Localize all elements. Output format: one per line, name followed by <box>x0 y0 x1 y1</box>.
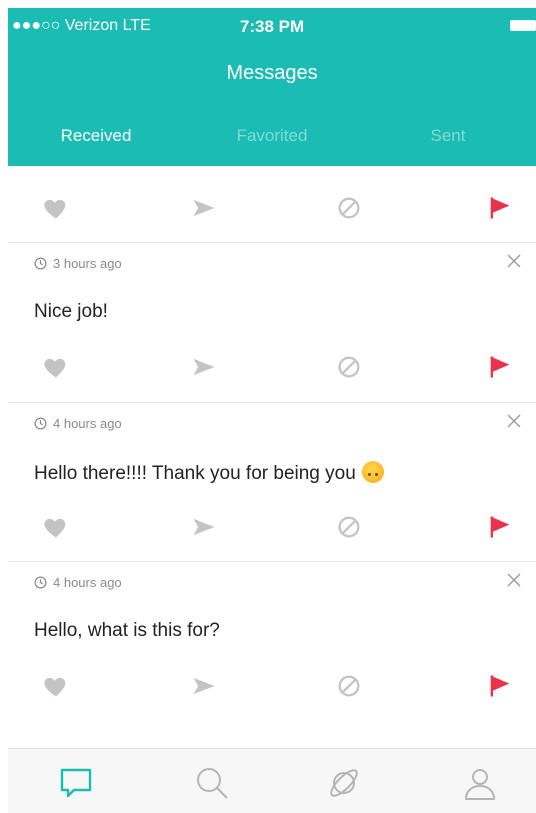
action-row <box>8 507 536 547</box>
block-icon[interactable] <box>335 194 365 224</box>
heart-icon[interactable] <box>42 672 72 702</box>
flag-icon[interactable] <box>486 194 516 224</box>
timestamp: 3 hours ago <box>34 256 122 271</box>
clock-icon <box>34 257 47 270</box>
message-text-row: Hello there!!!! Thank you for being you <box>34 461 384 485</box>
clock-icon <box>34 417 47 430</box>
block-icon[interactable] <box>335 672 365 702</box>
page-title: Messages <box>226 62 318 84</box>
bottom-tab-bar <box>8 748 536 813</box>
timestamp-text: 3 hours ago <box>53 256 122 271</box>
app-frame: ●●●○○ Verizon LTE 7:38 PM Messages Recei… <box>8 8 536 813</box>
messages-icon[interactable] <box>56 763 96 803</box>
block-icon[interactable] <box>335 513 365 543</box>
close-icon[interactable] <box>504 570 524 590</box>
timestamp: 4 hours ago <box>34 575 122 590</box>
timestamp-text: 4 hours ago <box>53 575 122 590</box>
flag-icon[interactable] <box>486 672 516 702</box>
send-icon[interactable] <box>190 513 220 543</box>
header: ●●●○○ Verizon LTE 7:38 PM Messages Recei… <box>8 8 536 166</box>
message-text: Hello there!!!! Thank you for being you <box>34 463 356 484</box>
send-icon[interactable] <box>190 194 220 224</box>
close-icon[interactable] <box>504 251 524 271</box>
search-icon[interactable] <box>192 763 232 803</box>
heart-icon[interactable] <box>42 513 72 543</box>
tab-favorited[interactable]: Favorited <box>184 126 360 146</box>
message-card: 3 hours ago Nice job! <box>8 243 536 403</box>
action-row <box>8 188 536 228</box>
message-text: Hello, what is this for? <box>34 620 220 641</box>
message-text: Nice job! <box>34 301 108 322</box>
timestamp: 4 hours ago <box>34 416 122 431</box>
explore-icon[interactable] <box>324 763 364 803</box>
timestamp-text: 4 hours ago <box>53 416 122 431</box>
heart-icon[interactable] <box>42 353 72 383</box>
clock-time: 7:38 PM <box>239 17 305 36</box>
battery-icon <box>510 20 536 31</box>
send-icon[interactable] <box>190 672 220 702</box>
action-row <box>8 347 536 387</box>
flag-icon[interactable] <box>486 513 516 543</box>
tab-bar-top: Received Favorited Sent <box>8 114 536 158</box>
status-bar: ●●●○○ Verizon LTE 7:38 PM <box>8 8 536 46</box>
upside-down-face-emoji-icon <box>361 461 384 483</box>
tab-received[interactable]: Received <box>8 126 184 146</box>
heart-icon[interactable] <box>42 194 72 224</box>
flag-icon[interactable] <box>486 353 516 383</box>
tab-sent[interactable]: Sent <box>360 126 536 146</box>
message-card: 4 hours ago Hello there!!!! Thank you fo… <box>8 403 536 563</box>
send-icon[interactable] <box>190 353 220 383</box>
close-icon[interactable] <box>504 411 524 431</box>
profile-icon[interactable] <box>460 763 500 803</box>
action-row <box>8 666 536 706</box>
clock-icon <box>34 576 47 589</box>
message-card: 4 hours ago Hello, what is this for? <box>8 562 536 722</box>
block-icon[interactable] <box>335 353 365 383</box>
